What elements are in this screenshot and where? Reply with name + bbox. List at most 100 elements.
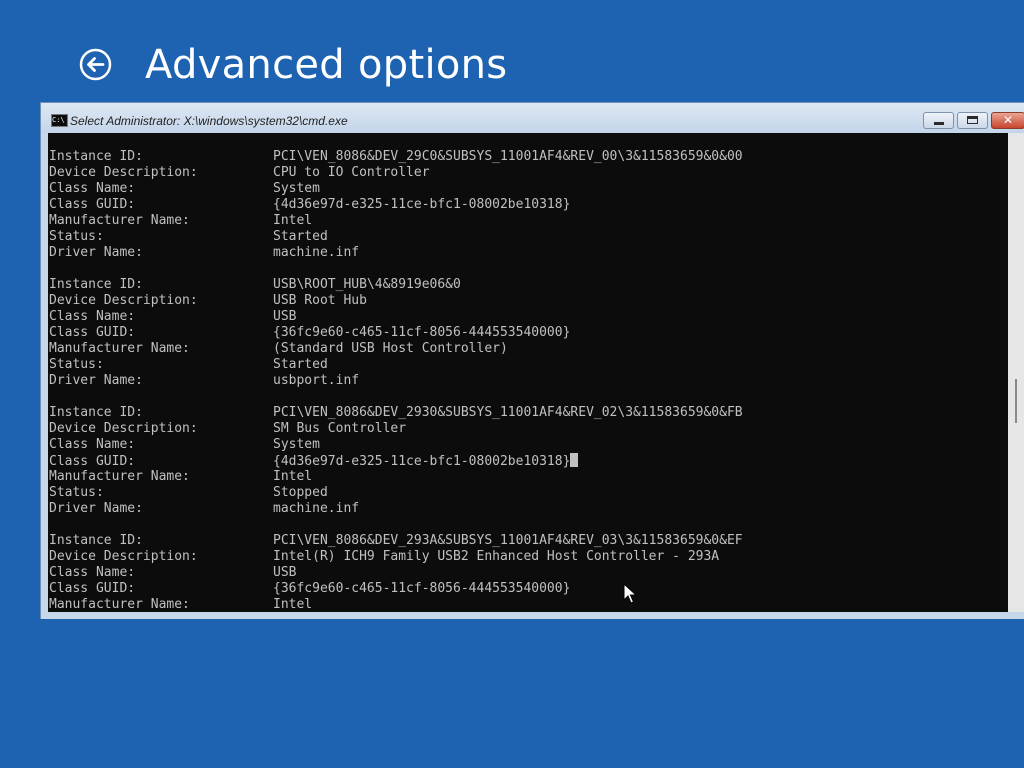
vertical-scrollbar[interactable]	[1008, 133, 1024, 612]
field-value: PCI\VEN_8086&DEV_293A&SUBSYS_11001AF4&RE…	[273, 533, 743, 548]
field-value: Intel	[273, 597, 313, 612]
field-value: SM Bus Controller	[273, 421, 407, 436]
field-value: System	[273, 181, 320, 196]
field-value: System	[273, 437, 320, 452]
minimize-icon	[934, 122, 944, 125]
field-label: Device Description:	[49, 549, 198, 564]
close-icon: ✕	[1002, 113, 1014, 127]
field-label: Class Name:	[49, 565, 136, 580]
field-label: Manufacturer Name:	[49, 597, 190, 612]
field-label: Device Description:	[49, 293, 198, 308]
maximize-button[interactable]	[957, 112, 988, 129]
field-value: {4d36e97d-e325-11ce-bfc1-08002be10318}	[273, 454, 571, 469]
console-line: Class Name: USB	[49, 309, 743, 325]
field-label: Device Description:	[49, 165, 198, 180]
field-label: Driver Name:	[49, 501, 143, 516]
field-value: PCI\VEN_8086&DEV_2930&SUBSYS_11001AF4&RE…	[273, 405, 743, 420]
field-label: Instance ID:	[49, 149, 143, 164]
console-line: Status: Started	[49, 229, 743, 245]
console-line: Device Description: SM Bus Controller	[49, 421, 743, 437]
field-label: Status:	[49, 229, 104, 244]
field-value: (Standard USB Host Controller)	[273, 341, 508, 356]
field-label: Class Name:	[49, 437, 136, 452]
field-label: Status:	[49, 357, 104, 372]
field-label: Instance ID:	[49, 277, 143, 292]
text-cursor	[570, 453, 579, 467]
back-button[interactable]	[79, 48, 112, 81]
close-button[interactable]: ✕	[991, 112, 1024, 129]
field-value: USB Root Hub	[273, 293, 367, 308]
console-line: Instance ID: PCI\VEN_8086&DEV_29C0&SUBSYS…	[49, 149, 743, 165]
field-value: {4d36e97d-e325-11ce-bfc1-08002be10318}	[273, 197, 571, 212]
cmd-window: C:\ Select Administrator: X:\windows\sys…	[40, 102, 1024, 619]
scrollbar-thumb[interactable]	[1015, 379, 1017, 423]
field-value: Intel(R) ICH9 Family USB2 Enhanced Host …	[273, 549, 720, 564]
console-line: Device Description: USB Root Hub	[49, 293, 743, 309]
console-lines: Instance ID: PCI\VEN_8086&DEV_29C0&SUBSYS…	[49, 149, 743, 612]
field-value: Intel	[273, 213, 313, 228]
console-line: Manufacturer Name: (Standard USB Host Con…	[49, 341, 743, 357]
field-value: Started	[273, 357, 328, 372]
console-line: Manufacturer Name: Intel	[49, 597, 743, 612]
field-value: USB	[273, 565, 297, 580]
field-value: usbport.inf	[273, 373, 360, 388]
console-line: Status: Stopped	[49, 485, 743, 501]
field-label: Instance ID:	[49, 405, 143, 420]
cmd-app-icon: C:\	[51, 114, 68, 127]
console-output[interactable]: Instance ID: PCI\VEN_8086&DEV_29C0&SUBSYS…	[48, 133, 1008, 612]
mouse-pointer-icon	[623, 583, 637, 604]
minimize-button[interactable]	[923, 112, 954, 129]
window-title: Select Administrator: X:\windows\system3…	[70, 114, 348, 128]
field-value: Started	[273, 229, 328, 244]
field-label: Manufacturer Name:	[49, 341, 190, 356]
field-label: Class GUID:	[49, 581, 136, 596]
field-label: Device Description:	[49, 421, 198, 436]
console-line: Driver Name: usbport.inf	[49, 373, 743, 389]
field-label: Class Name:	[49, 309, 136, 324]
console-line: Manufacturer Name: Intel	[49, 213, 743, 229]
window-titlebar[interactable]: C:\ Select Administrator: X:\windows\sys…	[41, 103, 1024, 133]
page-title: Advanced options	[145, 42, 508, 88]
maximize-icon	[967, 116, 978, 124]
field-value: Stopped	[273, 485, 328, 500]
field-label: Driver Name:	[49, 245, 143, 260]
field-value: PCI\VEN_8086&DEV_29C0&SUBSYS_11001AF4&RE…	[273, 149, 743, 164]
console-line: Class Name: System	[49, 437, 743, 453]
console-line: Instance ID: PCI\VEN_8086&DEV_2930&SUBSYS…	[49, 405, 743, 421]
field-value: {36fc9e60-c465-11cf-8056-444553540000}	[273, 325, 571, 340]
field-label: Manufacturer Name:	[49, 213, 190, 228]
field-label: Manufacturer Name:	[49, 469, 190, 484]
field-label: Driver Name:	[49, 373, 143, 388]
console-line: Class Name: USB	[49, 565, 743, 581]
field-label: Class GUID:	[49, 325, 136, 340]
console-line: Instance ID: USB\ROOT_HUB\4&8919e06&0	[49, 277, 743, 293]
window-bottom-frame	[41, 612, 1024, 619]
field-value: CPU to IO Controller	[273, 165, 430, 180]
console-line: Device Description: Intel(R) ICH9 Family …	[49, 549, 743, 565]
field-label: Class GUID:	[49, 197, 136, 212]
console-line: Class GUID: {36fc9e60-c465-11cf-8056-4445…	[49, 581, 743, 597]
console-line: Status: Started	[49, 357, 743, 373]
console-line: Device Description: CPU to IO Controller	[49, 165, 743, 181]
field-value: USB	[273, 309, 297, 324]
console-line: Class GUID: {4d36e97d-e325-11ce-bfc1-0800…	[49, 197, 743, 213]
console-line: Manufacturer Name: Intel	[49, 469, 743, 485]
console-line: Driver Name: machine.inf	[49, 245, 743, 261]
console-line: Driver Name: machine.inf	[49, 501, 743, 517]
page-header: Advanced options	[79, 38, 979, 98]
field-value: machine.inf	[273, 501, 360, 516]
console-line: Instance ID: PCI\VEN_8086&DEV_293A&SUBSYS…	[49, 533, 743, 549]
field-value: {36fc9e60-c465-11cf-8056-444553540000}	[273, 581, 571, 596]
field-label: Instance ID:	[49, 533, 143, 548]
console-line: Class GUID: {4d36e97d-e325-11ce-bfc1-0800…	[49, 453, 743, 469]
field-label: Class Name:	[49, 181, 136, 196]
field-value: Intel	[273, 469, 313, 484]
field-value: USB\ROOT_HUB\4&8919e06&0	[273, 277, 461, 292]
console-line: Class Name: System	[49, 181, 743, 197]
console-line: Class GUID: {36fc9e60-c465-11cf-8056-4445…	[49, 325, 743, 341]
back-arrow-icon	[79, 48, 112, 81]
field-value: machine.inf	[273, 245, 360, 260]
